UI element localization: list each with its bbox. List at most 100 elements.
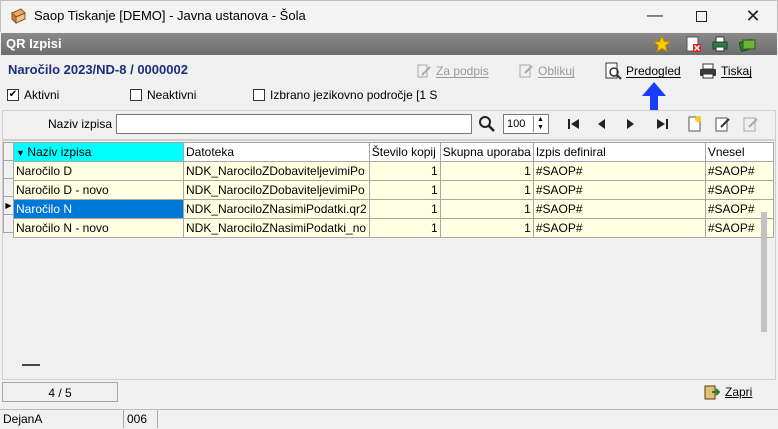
table-cell[interactable]: 1 — [439, 180, 534, 200]
record-limit-value: 100 — [507, 118, 526, 130]
table-cell[interactable]: 1 — [368, 161, 441, 181]
inactive-label: Neaktivni — [147, 88, 197, 102]
table-row[interactable]: Naročilo D - novo NDK_NarociloZDobavitel… — [13, 180, 774, 200]
edit-record-button[interactable] — [712, 114, 734, 134]
export-books-icon[interactable] — [739, 35, 757, 53]
table-row[interactable]: Naročilo N - novo NDK_NarociloZNasimiPod… — [13, 218, 774, 238]
annotation-arrow-icon — [642, 82, 666, 112]
panel-title: QR Izpisi — [6, 36, 62, 51]
language-checkbox-box — [253, 89, 265, 101]
search-label: Naziv izpisa — [48, 117, 113, 131]
row-indicator[interactable] — [3, 214, 13, 233]
maximize-button[interactable] — [678, 0, 724, 32]
printer-icon — [700, 63, 716, 79]
next-record-button[interactable] — [619, 114, 641, 134]
next-icon — [627, 119, 634, 129]
search-icon[interactable] — [478, 115, 496, 133]
close-window-button[interactable]: ✕ — [730, 0, 776, 32]
column-header[interactable]: Vnesel — [704, 142, 774, 162]
table-cell[interactable]: NDK_NarociloZDobaviteljevimiPo — [183, 161, 370, 181]
table-cell[interactable]: #SAOP# — [704, 161, 774, 181]
table-cell[interactable]: #SAOP# — [704, 180, 774, 200]
close-label: Zapri — [725, 385, 753, 399]
new-record-button[interactable] — [684, 114, 706, 134]
header-indicator — [3, 142, 13, 161]
selected-cell[interactable]: Naročilo N — [13, 199, 184, 219]
delete-document-icon[interactable] — [684, 35, 702, 53]
preview-label: Predogled — [626, 64, 681, 78]
preview-button[interactable]: Predogled — [604, 61, 681, 81]
column-header[interactable]: Skupna uporaba — [439, 142, 534, 162]
table-cell[interactable]: 1 — [439, 161, 534, 181]
column-header[interactable]: ▼ Naziv izpisa — [13, 142, 184, 162]
edit-icon — [715, 117, 730, 132]
column-header[interactable]: Število kopij — [368, 142, 441, 162]
table-cell[interactable]: 1 — [368, 180, 441, 200]
table-cell[interactable]: NDK_NarociloZNasimiPodatki.qr2 — [183, 199, 370, 219]
minimize-button[interactable]: — — [632, 0, 678, 32]
print-label: Tiskaj — [721, 64, 752, 78]
table-cell[interactable]: #SAOP# — [532, 161, 706, 181]
window-title: Saop Tiskanje [DEMO] - Javna ustanova - … — [34, 8, 306, 23]
column-header[interactable]: Izpis definiral — [532, 142, 706, 162]
table-cell[interactable]: #SAOP# — [532, 180, 706, 200]
row-indicator[interactable] — [3, 178, 13, 197]
new-document-icon — [688, 116, 701, 132]
print-settings-icon[interactable] — [711, 35, 729, 53]
table-cell[interactable]: Naročilo D — [13, 161, 184, 181]
sign-label: Za podpis — [436, 64, 489, 78]
table-cell[interactable]: #SAOP# — [532, 218, 706, 238]
last-record-button[interactable] — [651, 114, 673, 134]
inactive-checkbox-box — [130, 89, 142, 101]
exit-door-icon — [704, 385, 721, 400]
current-row-indicator[interactable]: ▶ — [3, 196, 13, 215]
active-checkbox-box: ✔ — [7, 89, 19, 101]
horizontal-scrollbar-thumb[interactable] — [22, 364, 40, 366]
table-cell[interactable]: #SAOP# — [532, 199, 706, 219]
sort-desc-icon: ▼ — [16, 148, 28, 158]
language-label: Izbrano jezikovno področje [1 S — [270, 88, 438, 102]
search-input[interactable] — [116, 114, 472, 134]
preview-icon — [605, 62, 622, 80]
column-header[interactable]: Datoteka — [183, 142, 370, 162]
delete-record-button[interactable] — [740, 114, 762, 134]
first-record-button[interactable] — [563, 114, 585, 134]
last-icon — [657, 119, 668, 129]
row-indicators: ▶ — [3, 142, 13, 233]
active-checkbox[interactable]: ✔ Aktivni — [7, 88, 59, 102]
shape-button[interactable]: Oblikuj — [518, 61, 575, 81]
design-icon — [519, 64, 533, 78]
status-code: 006 — [124, 410, 158, 428]
record-limit-stepper[interactable]: 100 ▲ ▼ — [503, 114, 549, 134]
first-icon — [568, 119, 579, 129]
selected-table-row[interactable]: Naročilo N NDK_NarociloZNasimiPodatki.qr… — [13, 199, 774, 219]
language-checkbox[interactable]: Izbrano jezikovno področje [1 S — [253, 88, 437, 102]
table-cell[interactable]: 1 — [368, 218, 441, 238]
inactive-checkbox[interactable]: Neaktivni — [130, 88, 196, 102]
table-cell[interactable]: 1 — [439, 199, 534, 219]
order-title: Naročilo 2023/ND-8 / 0000002 — [8, 62, 188, 77]
table-cell[interactable]: Naročilo D - novo — [13, 180, 184, 200]
table-cell[interactable]: 1 — [368, 199, 441, 219]
shape-label: Oblikuj — [538, 64, 575, 78]
table-cell[interactable]: 1 — [439, 218, 534, 238]
table-cell[interactable]: Naročilo N - novo — [13, 218, 184, 238]
print-button[interactable]: Tiskaj — [699, 61, 752, 81]
table-cell[interactable]: NDK_NarociloZNasimiPodatki_no — [183, 218, 370, 238]
stepper-arrows[interactable]: ▲ ▼ — [533, 116, 547, 132]
status-user: DejanA — [0, 410, 124, 428]
disabled-edit-icon — [743, 117, 758, 132]
previous-record-button[interactable] — [591, 114, 613, 134]
app-printer-icon — [11, 8, 26, 25]
sign-button[interactable]: Za podpis — [416, 61, 489, 81]
previous-icon — [598, 119, 605, 129]
sign-icon — [417, 64, 431, 78]
vertical-scrollbar[interactable] — [761, 212, 767, 332]
close-button[interactable]: Zapri — [703, 384, 752, 400]
record-position: 4 / 5 — [2, 382, 118, 402]
table-row[interactable]: Naročilo D NDK_NarociloZDobaviteljevimiP… — [13, 161, 774, 181]
table-cell[interactable]: NDK_NarociloZDobaviteljevimiPo — [183, 180, 370, 200]
row-indicator[interactable] — [3, 160, 13, 179]
reports-table: ▼ Naziv izpisa Datoteka Število kopij Sk… — [13, 142, 774, 238]
favorite-star-icon[interactable] — [653, 35, 671, 53]
